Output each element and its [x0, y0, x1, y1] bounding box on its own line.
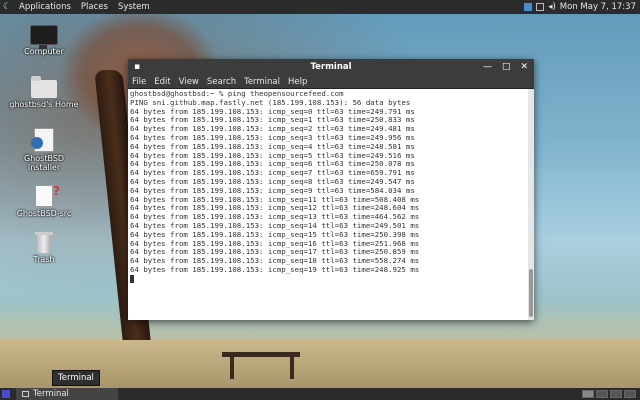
volume-icon[interactable]: ◂) [548, 2, 556, 12]
desktop-icon-label: ghostbsd's Home [9, 100, 79, 109]
home-folder-icon [31, 76, 57, 98]
window-title: Terminal [310, 62, 352, 72]
trash-icon [35, 232, 53, 253]
terminal-window[interactable]: ▪ Terminal — □ ✕ File Edit View Search T… [128, 59, 534, 320]
show-desktop-icon[interactable] [2, 390, 10, 398]
desktop-icon-trash[interactable]: Trash [13, 232, 75, 264]
menu-places[interactable]: Places [76, 2, 113, 12]
desktop-icon-label: Trash [33, 255, 55, 264]
close-icon[interactable]: ✕ [520, 62, 528, 72]
terminal-cursor [130, 274, 134, 283]
system-tray: ◂) Mon May 7, 17:37 [524, 2, 640, 12]
taskbar-tooltip: Terminal [52, 370, 100, 386]
taskbar-button-label: Terminal [33, 389, 69, 399]
workspace-3[interactable] [610, 390, 622, 398]
clock[interactable]: Mon May 7, 17:37 [560, 2, 636, 12]
desktop-icon-installer[interactable]: GhostBSD Installer [13, 128, 75, 172]
menu-file[interactable]: File [128, 77, 150, 87]
top-panel: ☾ Applications Places System ◂) Mon May … [0, 0, 640, 14]
desktop-icon-computer[interactable]: Computer [13, 25, 75, 56]
desktop-icon-src[interactable]: ? GhostBSD-src [13, 184, 75, 218]
maximize-icon[interactable]: □ [502, 62, 511, 72]
menu-applications[interactable]: Applications [14, 2, 76, 12]
network-icon[interactable] [524, 3, 533, 11]
menu-search[interactable]: Search [203, 77, 240, 87]
workspace-4[interactable] [624, 390, 636, 398]
terminal-menubar: File Edit View Search Terminal Help [128, 75, 534, 89]
source-help-icon: ? [35, 184, 60, 207]
menu-edit[interactable]: Edit [150, 77, 174, 87]
workspace-2[interactable] [596, 390, 608, 398]
installer-icon [31, 128, 54, 152]
desktop-icon-label: GhostBSD-src [16, 209, 72, 218]
menu-terminal[interactable]: Terminal [240, 77, 284, 87]
desktop-icon-home[interactable]: ghostbsd's Home [8, 76, 80, 109]
computer-icon [30, 25, 58, 49]
window-titlebar[interactable]: ▪ Terminal — □ ✕ [128, 59, 534, 75]
minimize-icon[interactable]: — [483, 62, 492, 72]
bench-leg [230, 357, 234, 379]
terminal-scrollbar[interactable] [528, 89, 534, 320]
workspace-switcher [582, 390, 640, 398]
scrollbar-thumb[interactable] [529, 269, 533, 317]
desktop-icon-label: GhostBSD Installer [24, 154, 65, 172]
menu-view[interactable]: View [175, 77, 203, 87]
terminal-output[interactable]: ghostbsd@ghostbsd:~ % ping theopensource… [128, 89, 528, 320]
window-controls: — □ ✕ [483, 62, 534, 72]
update-icon[interactable] [536, 3, 545, 11]
menu-help[interactable]: Help [284, 77, 311, 87]
bench-leg [290, 357, 294, 379]
terminal-icon [22, 391, 29, 397]
menu-system[interactable]: System [113, 2, 155, 12]
bottom-panel: Terminal [0, 388, 640, 400]
ping-line: 64 bytes from 185.199.108.153: icmp_seq=… [130, 264, 420, 274]
ghostbsd-logo-icon[interactable]: ☾ [0, 2, 14, 12]
workspace-1[interactable] [582, 390, 594, 398]
taskbar-button-terminal[interactable]: Terminal [16, 388, 118, 400]
